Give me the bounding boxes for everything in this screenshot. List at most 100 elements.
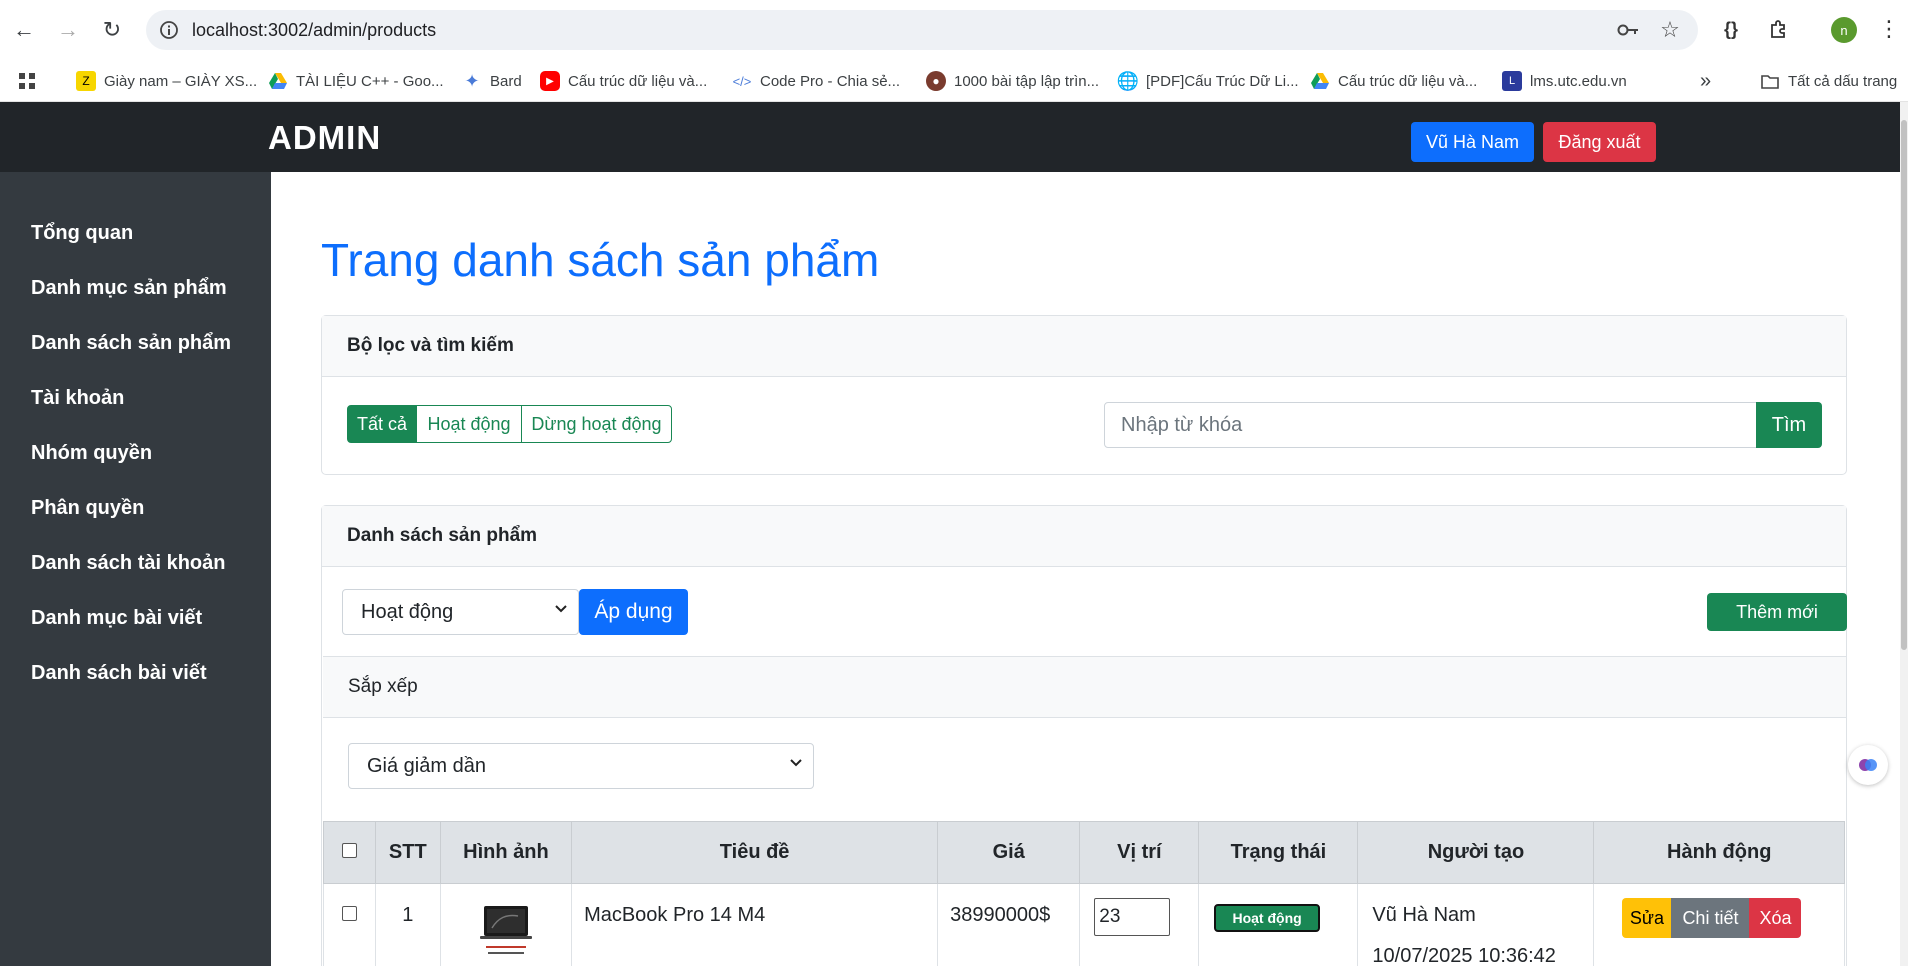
row-checkbox[interactable]: [341, 906, 357, 921]
browser-menu-icon[interactable]: ⋮: [1874, 14, 1904, 44]
bookmark-item[interactable]: Llms.utc.edu.vn: [1502, 69, 1627, 93]
column-header: Hành động: [1593, 821, 1845, 884]
filter-all-button[interactable]: Tất cả: [347, 405, 417, 443]
edit-button[interactable]: Sửa: [1622, 898, 1672, 938]
sidebar-item-permissions[interactable]: Phân quyền: [31, 497, 144, 520]
product-image-cell: [439, 883, 573, 966]
apply-button[interactable]: Áp dụng: [579, 589, 688, 635]
product-list-heading: Danh sách sản phẩm: [322, 506, 1846, 567]
column-header: Giá: [937, 821, 1081, 884]
select-all-cell: [323, 821, 376, 884]
search-button[interactable]: Tìm: [1756, 402, 1822, 448]
add-new-button[interactable]: Thêm mới: [1707, 593, 1847, 631]
bookmark-star-icon[interactable]: ☆: [1658, 17, 1682, 42]
creator-cell: Vũ Hà Nam 10/07/2025 10:36:42: [1357, 883, 1595, 966]
delete-button[interactable]: Xóa: [1749, 898, 1802, 938]
sort-heading: Sắp xếp: [323, 657, 1846, 718]
forward-icon[interactable]: →: [52, 14, 84, 46]
column-header: Trạng thái: [1198, 821, 1359, 884]
all-bookmarks-folder[interactable]: Tất cả dấu trang: [1760, 69, 1897, 93]
person-favicon-icon: ●: [926, 71, 946, 91]
page-title: Trang danh sách sản phẩm: [321, 234, 880, 286]
logout-button[interactable]: Đăng xuất: [1543, 122, 1656, 162]
status-cell: Hoạt động: [1198, 883, 1359, 966]
extensions-icon[interactable]: [1764, 14, 1794, 44]
scrollbar-thumb[interactable]: [1901, 120, 1907, 650]
product-thumbnail[interactable]: [478, 902, 534, 962]
column-header: Tiêu đề: [571, 821, 939, 884]
column-header: Hình ảnh: [439, 821, 573, 884]
bookmarks-bar: Z Giày nam – GIÀY XS... TÀI LIỆU C++ - Go…: [0, 59, 1908, 102]
bard-sparkle-icon: ✦: [464, 70, 480, 91]
table-row: 1 MacBook Pro 14 M4 38990000$ 23 Hoạt độ…: [323, 883, 1845, 966]
sidebar-item-post-categories[interactable]: Danh mục bài viết: [31, 607, 202, 630]
bookmark-item[interactable]: ▶ Cấu trúc dữ liệu và...: [540, 69, 707, 93]
bookmark-item[interactable]: Cấu trúc dữ liệu và...: [1310, 69, 1477, 93]
bookmark-item[interactable]: ● 1000 bài tập lập trìn...: [926, 69, 1099, 93]
chevron-down-icon: [555, 605, 567, 613]
more-bookmarks-icon[interactable]: »: [1700, 69, 1711, 93]
column-header: Người tạo: [1357, 821, 1595, 884]
detail-button[interactable]: Chi tiết: [1671, 898, 1750, 938]
row-select-cell: [323, 883, 376, 966]
sidebar-item-product-categories[interactable]: Danh mục sản phẩm: [31, 277, 227, 300]
google-drive-icon: [268, 71, 288, 91]
code-icon: </>: [732, 73, 752, 89]
back-icon[interactable]: ←: [8, 14, 40, 46]
product-price: 38990000$: [937, 883, 1081, 966]
brand-logo[interactable]: ADMIN: [268, 119, 381, 157]
sort-select[interactable]: Giá giảm dần: [348, 743, 814, 789]
product-title: MacBook Pro 14 M4: [571, 883, 939, 966]
lms-favicon-icon: L: [1502, 71, 1522, 91]
sidebar-item-product-list[interactable]: Danh sách sản phẩm: [31, 332, 231, 355]
actions-cell: Sửa Chi tiết Xóa: [1593, 883, 1845, 966]
search-input[interactable]: Nhập từ khóa: [1104, 402, 1760, 448]
password-key-icon[interactable]: [1616, 18, 1640, 42]
filter-card: Bộ lọc và tìm kiếm Tất cả Hoạt động Dừng…: [321, 315, 1847, 475]
status-badge[interactable]: Hoạt động: [1214, 904, 1320, 932]
profile-avatar[interactable]: n: [1831, 17, 1857, 43]
column-header: STT: [374, 821, 441, 884]
bulk-action-select[interactable]: Hoạt động: [342, 589, 579, 635]
sidebar-item-roles[interactable]: Nhóm quyền: [31, 442, 152, 465]
bookmark-item[interactable]: </> Code Pro - Chia sẻ...: [732, 69, 900, 93]
bookmark-item[interactable]: ✦ Bard: [462, 69, 521, 93]
bookmark-favicon-icon: Z: [76, 71, 96, 91]
bookmark-item[interactable]: TÀI LIỆU C++ - Goo...: [268, 69, 444, 93]
products-table: STT Hình ảnh Tiêu đề Giá Vị trí Trạng th…: [323, 821, 1845, 966]
folder-icon: [1760, 71, 1780, 91]
globe-icon: 🌐: [1116, 70, 1140, 91]
bookmark-item[interactable]: Z Giày nam – GIÀY XS...: [76, 69, 257, 93]
site-info-icon[interactable]: [158, 19, 180, 41]
chevron-down-icon: [790, 759, 802, 767]
youtube-icon: ▶: [540, 71, 560, 91]
sidebar-item-post-list[interactable]: Danh sách bài viết: [31, 662, 207, 685]
apps-grid-icon[interactable]: [18, 69, 36, 93]
url-text[interactable]: localhost:3002/admin/products: [192, 20, 436, 41]
sidebar-item-account-list[interactable]: Danh sách tài khoản: [31, 552, 226, 575]
sidebar: Tổng quan Danh mục sản phẩm Danh sách sả…: [0, 172, 271, 966]
sidebar-item-accounts[interactable]: Tài khoản: [31, 387, 124, 410]
sidebar-item-overview[interactable]: Tổng quan: [31, 222, 133, 245]
product-list-card: Danh sách sản phẩm Hoạt động Áp dụng Thê…: [321, 505, 1847, 966]
creator-name: Vũ Hà Nam: [1372, 904, 1476, 926]
reload-icon[interactable]: ↻: [96, 14, 128, 46]
user-button[interactable]: Vũ Hà Nam: [1411, 122, 1534, 162]
table-header-row: STT Hình ảnh Tiêu đề Giá Vị trí Trạng th…: [323, 821, 1845, 884]
floating-assistant-icon[interactable]: [1848, 745, 1888, 785]
google-drive-icon: [1310, 71, 1330, 91]
filter-inactive-button[interactable]: Dừng hoạt động: [521, 405, 672, 443]
address-bar[interactable]: localhost:3002/admin/products ☆: [146, 10, 1698, 50]
page-scrollbar[interactable]: [1900, 102, 1908, 966]
created-at: 10/07/2025 10:36:42: [1372, 945, 1556, 966]
select-all-checkbox[interactable]: [341, 843, 357, 858]
browser-toolbar: ← → ↻ localhost:3002/admin/products ☆ {}…: [0, 0, 1908, 59]
filter-card-heading: Bộ lọc và tìm kiếm: [322, 316, 1846, 377]
json-extension-icon[interactable]: {}: [1716, 14, 1746, 44]
sort-card: Sắp xếp Giá giảm dần STT Hình ảnh Tiêu đ…: [323, 656, 1846, 966]
position-input[interactable]: 23: [1094, 898, 1171, 936]
bookmark-item[interactable]: 🌐 [PDF]Cấu Trúc Dữ Li...: [1116, 69, 1299, 93]
position-cell: 23: [1079, 883, 1200, 966]
filter-active-button[interactable]: Hoạt động: [416, 405, 522, 443]
row-index: 1: [374, 883, 441, 966]
